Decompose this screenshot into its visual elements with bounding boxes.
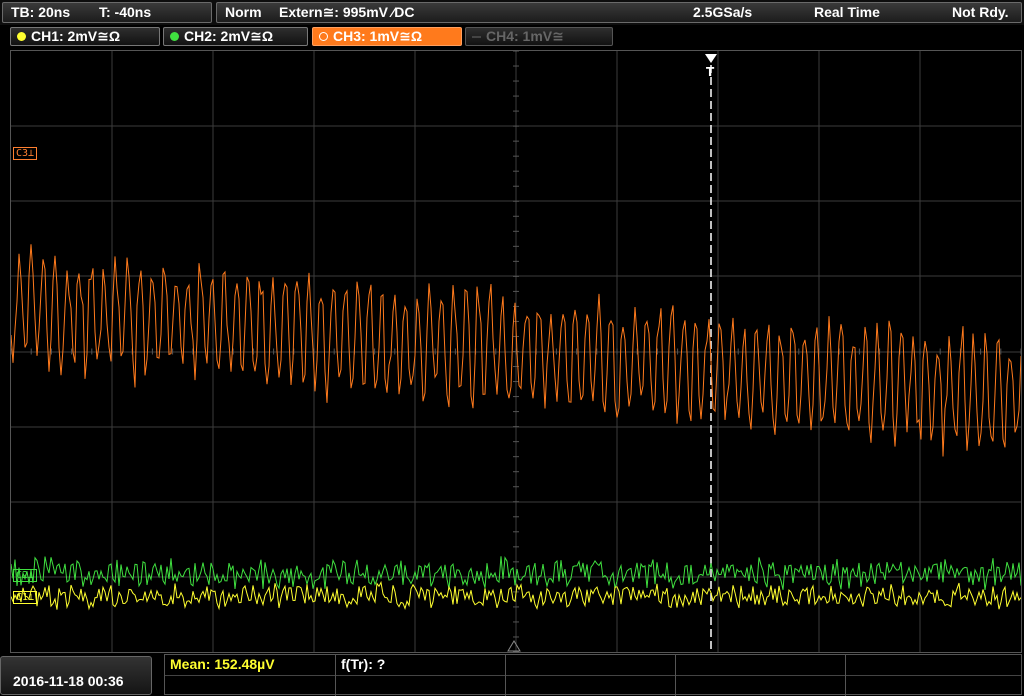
trigger-time-label: T: -40ns: [99, 4, 152, 20]
acquisition-status-label: Not Rdy.: [952, 4, 1009, 20]
channel-3-tab[interactable]: CH3: 1mV≅Ω: [312, 27, 462, 46]
waveform-display[interactable]: T C3⊥ C2⊥ C1⊥: [10, 50, 1022, 653]
measurement-divider: [505, 655, 506, 696]
channel-3-ground-marker[interactable]: C3⊥: [13, 147, 38, 160]
bottom-bar: 2016-11-18 00:36 Mean: 152.48µV f(Tr): ?: [0, 654, 1024, 696]
channel-4-tab[interactable]: CH4: 1mV≅: [465, 27, 613, 46]
channel-2-tab[interactable]: CH2: 2mV≅Ω: [163, 27, 308, 46]
measurement-divider: [335, 655, 336, 696]
channel-tabs: CH1: 2mV≅Ω CH2: 2mV≅Ω CH3: 1mV≅Ω CH4: 1m…: [0, 26, 1024, 48]
channel-1-ground-marker[interactable]: C1⊥: [13, 591, 38, 604]
timebase-panel[interactable]: TB: 20ns T: -40ns: [2, 2, 212, 23]
measurement-divider: [675, 655, 676, 696]
measurement-row: [165, 655, 1021, 676]
channel-4-label: CH4: 1mV≅: [486, 28, 564, 44]
trigger-panel[interactable]: Norm Extern≅: 995mV ⁄DC 2.5GSa/s Real Ti…: [216, 2, 1022, 23]
channel-2-ground-marker[interactable]: C2⊥: [13, 569, 38, 582]
trigger-mode-label: Norm: [225, 4, 262, 20]
channel-1-dot-icon: [17, 32, 26, 41]
channel-2-label: CH2: 2mV≅Ω: [184, 28, 274, 44]
channel-3-dot-icon: [319, 32, 328, 41]
datetime-panel: 2016-11-18 00:36: [0, 656, 152, 695]
channel-1-label: CH1: 2mV≅Ω: [31, 28, 121, 44]
trigger-frequency-measurement: f(Tr): ?: [341, 656, 386, 672]
measurement-panel[interactable]: Mean: 152.48µV f(Tr): ?: [164, 654, 1022, 696]
trigger-source-label: Extern≅: 995mV ⁄DC: [279, 4, 415, 20]
waveform-canvas: T: [11, 51, 1021, 652]
channel-1-tab[interactable]: CH1: 2mV≅Ω: [10, 27, 160, 46]
top-status-bar: TB: 20ns T: -40ns Norm Extern≅: 995mV ⁄D…: [0, 0, 1024, 25]
channel-2-dot-icon: [170, 32, 179, 41]
mean-measurement: Mean: 152.48µV: [170, 656, 275, 672]
trigger-arrow-icon: [705, 54, 717, 63]
channel-4-dash-icon: [472, 36, 481, 38]
channel-3-label: CH3: 1mV≅Ω: [333, 28, 423, 44]
trigger-marker-label: T: [706, 65, 715, 79]
measurement-divider: [845, 655, 846, 696]
acquisition-mode-label: Real Time: [814, 4, 880, 20]
timebase-label: TB: 20ns: [11, 4, 71, 20]
bottom-trigger-arrow-icon: [507, 640, 521, 652]
sample-rate-label: 2.5GSa/s: [693, 4, 753, 20]
